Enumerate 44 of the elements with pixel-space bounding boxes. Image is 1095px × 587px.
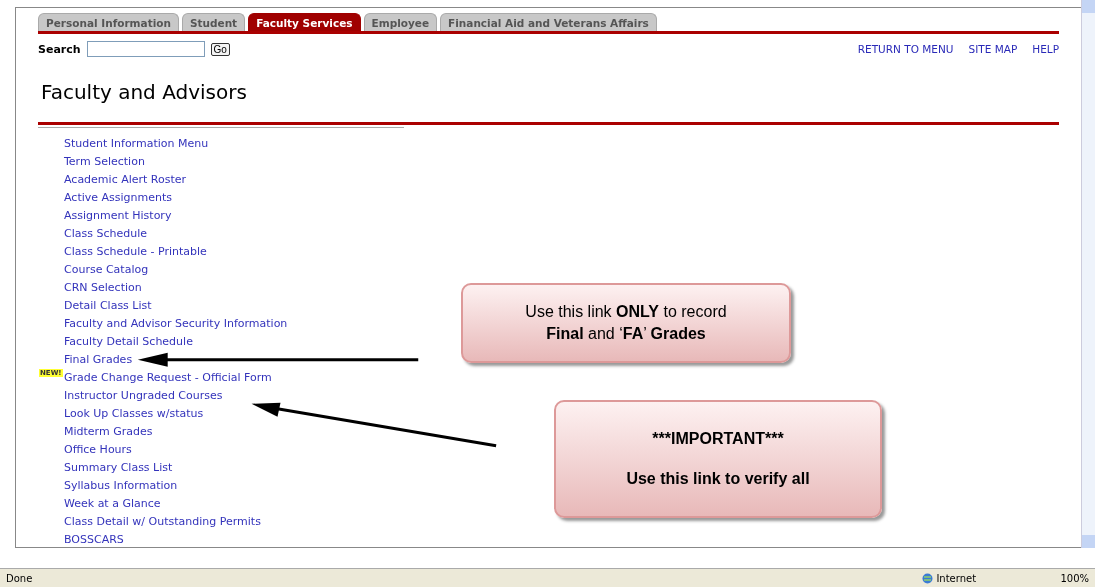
callout-text: Use this link to verify all [625,470,811,488]
page-title: Faculty and Advisors [41,80,248,104]
menu-link[interactable]: Midterm Grades [64,424,153,438]
menu-link[interactable]: Summary Class List [64,460,173,474]
status-text: Done [6,572,34,584]
menu-link[interactable]: Active Assignments [64,190,173,204]
zoom-level[interactable]: 100% [1060,572,1089,584]
search-label: Search [38,42,81,56]
menu-link[interactable]: Term Selection [64,154,145,168]
tab[interactable]: Student [181,13,246,31]
menu-link[interactable]: Assignment History [64,208,172,222]
menu-link[interactable]: Student Information Menu [64,136,209,150]
tab[interactable]: Financial Aid and Veterans Affairs [440,13,657,31]
menu-link[interactable]: Office Hours [64,442,132,456]
menu-link[interactable]: Syllabus Information [64,478,178,492]
menu-link[interactable]: Faculty Detail Schedule [64,334,193,348]
zone-label: Internet [936,572,977,584]
callout-text: Use this link ONLY to record [524,303,728,321]
menu-link[interactable]: Instructor Ungraded Courses [64,388,223,402]
menu-link[interactable]: Course Catalog [64,262,149,276]
menu-link[interactable]: Class Detail w/ Outstanding Permits [64,514,261,528]
menu-link[interactable]: Class Schedule - Printable [64,244,207,258]
go-button[interactable]: Go [210,42,230,56]
scrollbar[interactable] [1081,0,1095,548]
menu-link[interactable]: Faculty and Advisor Security Information [64,316,288,330]
menu-link[interactable]: Final Grades [64,352,133,366]
callout-text: ***IMPORTANT*** [651,430,785,448]
menu-link[interactable]: Look Up Classes w/status [64,406,204,420]
menu-link[interactable]: Week at a Glance [64,496,161,510]
menu-link[interactable]: Grade Change Request - Official Form [64,370,272,384]
menu-link[interactable]: Academic Alert Roster [64,172,187,186]
menu-link[interactable]: CRN Selection [64,280,142,294]
globe-icon [922,572,934,584]
search-field[interactable] [86,41,205,57]
nav-link[interactable]: HELP [1032,43,1059,55]
tab[interactable]: Faculty Services [248,13,361,31]
tab[interactable]: Employee [363,13,438,31]
menu-link[interactable]: BOSSCARS [64,532,124,546]
menu-link[interactable]: Detail Class List [64,298,152,312]
nav-link[interactable]: RETURN TO MENU [857,43,954,55]
callout-text: Final and ‘FA’ Grades [545,325,707,343]
menu-link[interactable]: Class Schedule [64,226,147,240]
nav-link[interactable]: SITE MAP [968,43,1018,55]
tab[interactable]: Personal Information [38,13,179,31]
